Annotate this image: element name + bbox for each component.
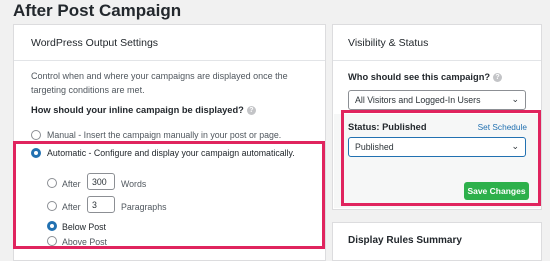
visibility-select[interactable]: All Visitors and Logged-In Users ⌄ (348, 90, 526, 110)
who-label-text: Who should see this campaign? (348, 72, 491, 82)
panel-header-title: Visibility & Status (348, 37, 429, 49)
who-label: Who should see this campaign?? (348, 72, 503, 83)
visibility-select-value: All Visitors and Logged-In Users (355, 95, 481, 105)
panel-description: Control when and where your campaigns ar… (31, 71, 288, 95)
chevron-down-icon: ⌄ (511, 94, 519, 104)
help-icon[interactable]: ? (493, 73, 503, 83)
display-question: How should your inline campaign be displ… (31, 105, 256, 116)
status-highlight (341, 110, 541, 206)
panel-header-title: WordPress Output Settings (31, 37, 159, 49)
display-rules-summary-panel: Display Rules Summary (332, 222, 542, 261)
help-icon[interactable]: ? (246, 106, 256, 116)
panel-header: Visibility & Status (333, 25, 541, 61)
radio-manual[interactable] (31, 130, 41, 140)
page-title: After Post Campaign (13, 1, 182, 20)
option-manual-label: Manual - Insert the campaign manually in… (47, 130, 282, 140)
panel-header: Display Rules Summary (333, 223, 541, 258)
display-question-text: How should your inline campaign be displ… (31, 105, 244, 115)
panel-header: WordPress Output Settings (14, 25, 325, 61)
automatic-options-highlight (13, 141, 325, 249)
panel-header-title: Display Rules Summary (348, 235, 462, 246)
